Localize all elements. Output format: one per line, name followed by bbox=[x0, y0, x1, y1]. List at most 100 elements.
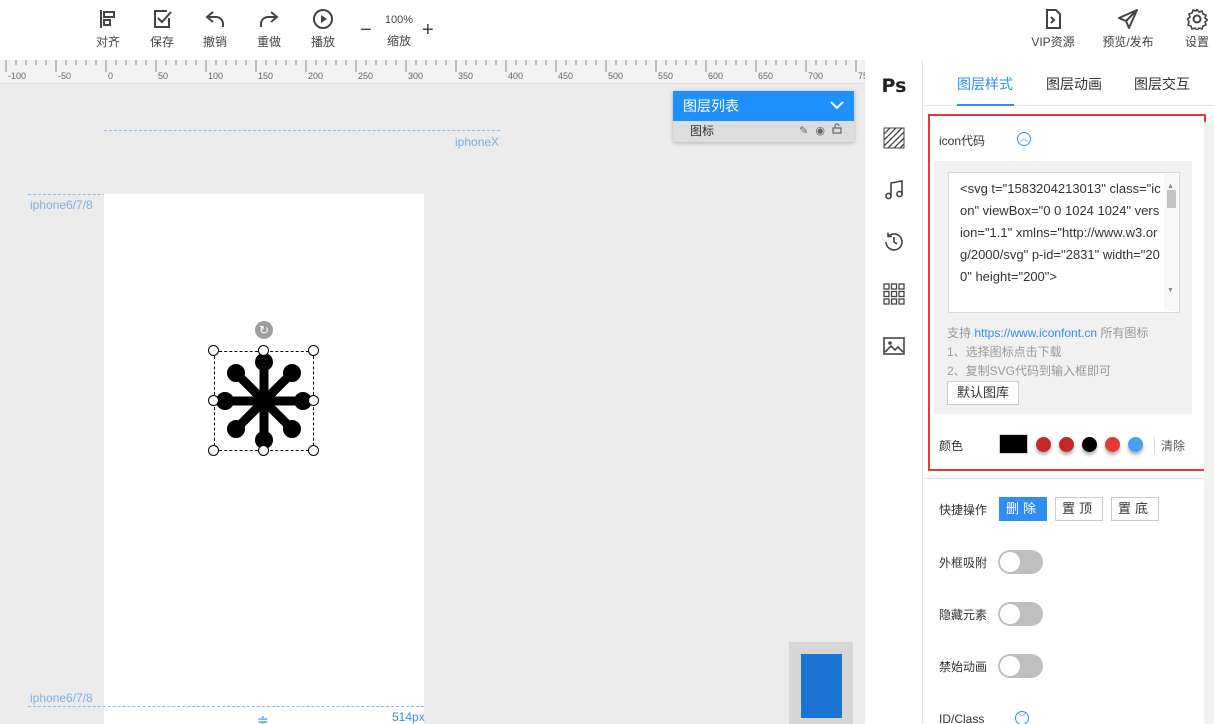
support-prefix: 支持 bbox=[947, 326, 975, 340]
layer-list-panel: 图层列表 图标 ✎ ◉ bbox=[673, 91, 854, 142]
layer-list-title: 图层列表 bbox=[683, 98, 739, 114]
top-toolbar: 对齐 保存 撤销 重做 播放 − 100% 缩放 + VIP资源 预览/发布 设… bbox=[0, 0, 1214, 60]
grid-tool-button[interactable] bbox=[882, 282, 906, 306]
resize-handle-e[interactable] bbox=[308, 395, 319, 406]
hide-element-toggle[interactable] bbox=[998, 602, 1043, 626]
ruler-tick-label: 400 bbox=[508, 71, 523, 81]
iphonex-guide-line bbox=[104, 130, 500, 131]
layer-row[interactable]: 图标 ✎ ◉ bbox=[673, 121, 854, 142]
bring-to-top-button[interactable]: 置顶 bbox=[1055, 497, 1103, 521]
height-drag-icon[interactable]: ≑ bbox=[257, 712, 269, 724]
color-label: 颜色 bbox=[939, 439, 964, 453]
snap-border-toggle[interactable] bbox=[998, 550, 1043, 574]
align-button[interactable]: 对齐 bbox=[88, 8, 128, 50]
history-icon bbox=[885, 232, 903, 251]
vip-resource-button[interactable]: VIP资源 bbox=[1031, 8, 1075, 50]
iconfont-link[interactable]: https://www.iconfont.cn bbox=[974, 326, 1097, 340]
save-button[interactable]: 保存 bbox=[142, 8, 182, 50]
eye-icon[interactable]: ◉ bbox=[815, 121, 825, 142]
ruler-tick-label: 350 bbox=[458, 71, 473, 81]
edit-icon[interactable]: ✎ bbox=[799, 121, 808, 142]
ruler-tick-label: 100 bbox=[208, 71, 223, 81]
scroll-thumb[interactable] bbox=[1167, 190, 1176, 208]
unlock-icon[interactable] bbox=[832, 121, 842, 142]
clear-color-button[interactable]: 清除 bbox=[1154, 437, 1185, 454]
play-button[interactable]: 播放 bbox=[303, 8, 343, 50]
send-to-bottom-button[interactable]: 置底 bbox=[1111, 497, 1159, 521]
color-preset-4[interactable] bbox=[1105, 437, 1120, 452]
canvas-width-label: 514px bbox=[392, 710, 425, 724]
design-canvas[interactable]: iphoneX iphone6/7/8 iphone6/7/8 ↻ ≑ 514p… bbox=[0, 84, 865, 724]
image-tool-button[interactable] bbox=[882, 334, 906, 358]
resize-handle-nw[interactable] bbox=[208, 345, 219, 356]
horizontal-ruler: -100 -50 0 50 100 150 200 250 300 350 400 450 500 550… bbox=[0, 60, 865, 84]
resize-handle-s[interactable] bbox=[258, 445, 269, 456]
scroll-down-icon[interactable]: ▼ bbox=[1167, 280, 1174, 302]
redo-icon bbox=[260, 11, 279, 27]
panel-scrollbar[interactable] bbox=[1204, 122, 1214, 724]
iphone678-bottom-guide-line bbox=[28, 706, 424, 707]
disable-animation-label: 禁始动画 bbox=[939, 660, 988, 674]
tab-layer-animation[interactable]: 图层动画 bbox=[1046, 74, 1102, 94]
collapse-icon[interactable]: ︿ bbox=[1017, 132, 1031, 146]
minimap-viewport[interactable] bbox=[801, 654, 842, 718]
support-suffix: 所有图标 bbox=[1097, 326, 1149, 340]
iphone678-top-guide-label: iphone6/7/8 bbox=[30, 198, 93, 212]
ruler-tick-label: 650 bbox=[758, 71, 773, 81]
rotate-handle-icon[interactable]: ↻ bbox=[255, 321, 273, 339]
color-preset-5[interactable] bbox=[1128, 437, 1143, 452]
textarea-scrollbar[interactable]: ▲ ▼ bbox=[1164, 174, 1178, 311]
active-tab-underline bbox=[957, 104, 1014, 106]
support-text: 支持 https://www.iconfont.cn 所有图标 bbox=[947, 324, 1148, 341]
history-tool-button[interactable] bbox=[882, 230, 906, 254]
texture-tool-button[interactable] bbox=[882, 126, 906, 150]
delete-button[interactable]: 删除 bbox=[999, 497, 1047, 521]
minimap[interactable] bbox=[789, 642, 853, 724]
resize-handle-se[interactable] bbox=[308, 445, 319, 456]
preview-publish-button[interactable]: 预览/发布 bbox=[1102, 8, 1154, 50]
hide-element-label: 隐藏元素 bbox=[939, 608, 988, 622]
zoom-value: 100% bbox=[384, 14, 414, 26]
photoshop-import-button[interactable]: Ps bbox=[882, 74, 907, 98]
icon-code-textarea[interactable]: <svg t="1583204213013" class="icon" view… bbox=[948, 172, 1180, 313]
tool-strip: Ps bbox=[865, 60, 923, 724]
color-preset-2[interactable] bbox=[1059, 437, 1074, 452]
id-class-expand-icon[interactable]: ﹀ bbox=[1015, 711, 1029, 724]
disable-animation-toggle[interactable] bbox=[998, 654, 1043, 678]
properties-panel: 图层样式 图层动画 图层交互 icon代码 ︿ <svg t="15832042… bbox=[924, 60, 1214, 724]
redo-button[interactable]: 重做 bbox=[249, 8, 289, 50]
color-preset-1[interactable] bbox=[1036, 437, 1051, 452]
zoom-out-button[interactable]: − bbox=[360, 20, 372, 40]
ruler-tick-label: 550 bbox=[658, 71, 673, 81]
color-row: 颜色 清除 bbox=[930, 434, 1200, 458]
ruler-tick-label: 150 bbox=[258, 71, 273, 81]
save-icon bbox=[154, 10, 172, 28]
quick-ops-label: 快捷操作 bbox=[939, 503, 988, 517]
ruler-tick-label: 450 bbox=[558, 71, 573, 81]
resize-handle-w[interactable] bbox=[208, 395, 219, 406]
ruler-tick-label: 75 bbox=[858, 71, 865, 81]
tab-layer-interaction[interactable]: 图层交互 bbox=[1134, 74, 1190, 94]
settings-button[interactable]: 设置 bbox=[1177, 8, 1214, 50]
default-library-button[interactable]: 默认图库 bbox=[947, 381, 1019, 405]
color-preset-3[interactable] bbox=[1082, 437, 1097, 452]
ruler-tick-label: 700 bbox=[808, 71, 823, 81]
resize-handle-sw[interactable] bbox=[208, 445, 219, 456]
vip-resource-icon bbox=[1046, 9, 1061, 29]
step2-text: 2、复制SVG代码到输入框即可 bbox=[947, 364, 1112, 378]
current-color-swatch[interactable] bbox=[999, 434, 1028, 454]
layer-list-header[interactable]: 图层列表 bbox=[673, 91, 854, 121]
send-icon bbox=[1118, 9, 1138, 29]
zoom-in-button[interactable]: + bbox=[422, 20, 434, 40]
align-label: 对齐 bbox=[95, 35, 120, 49]
ruler-tick-label: 250 bbox=[358, 71, 373, 81]
music-tool-button[interactable] bbox=[882, 178, 906, 202]
resize-handle-ne[interactable] bbox=[308, 345, 319, 356]
selection-box bbox=[214, 351, 314, 451]
tab-layer-style[interactable]: 图层样式 bbox=[957, 74, 1013, 94]
zoom-label: 缩放 bbox=[386, 34, 411, 48]
snap-border-label: 外框吸附 bbox=[939, 556, 988, 570]
artboard[interactable] bbox=[104, 194, 424, 724]
undo-button[interactable]: 撤销 bbox=[195, 8, 235, 50]
resize-handle-n[interactable] bbox=[258, 345, 269, 356]
